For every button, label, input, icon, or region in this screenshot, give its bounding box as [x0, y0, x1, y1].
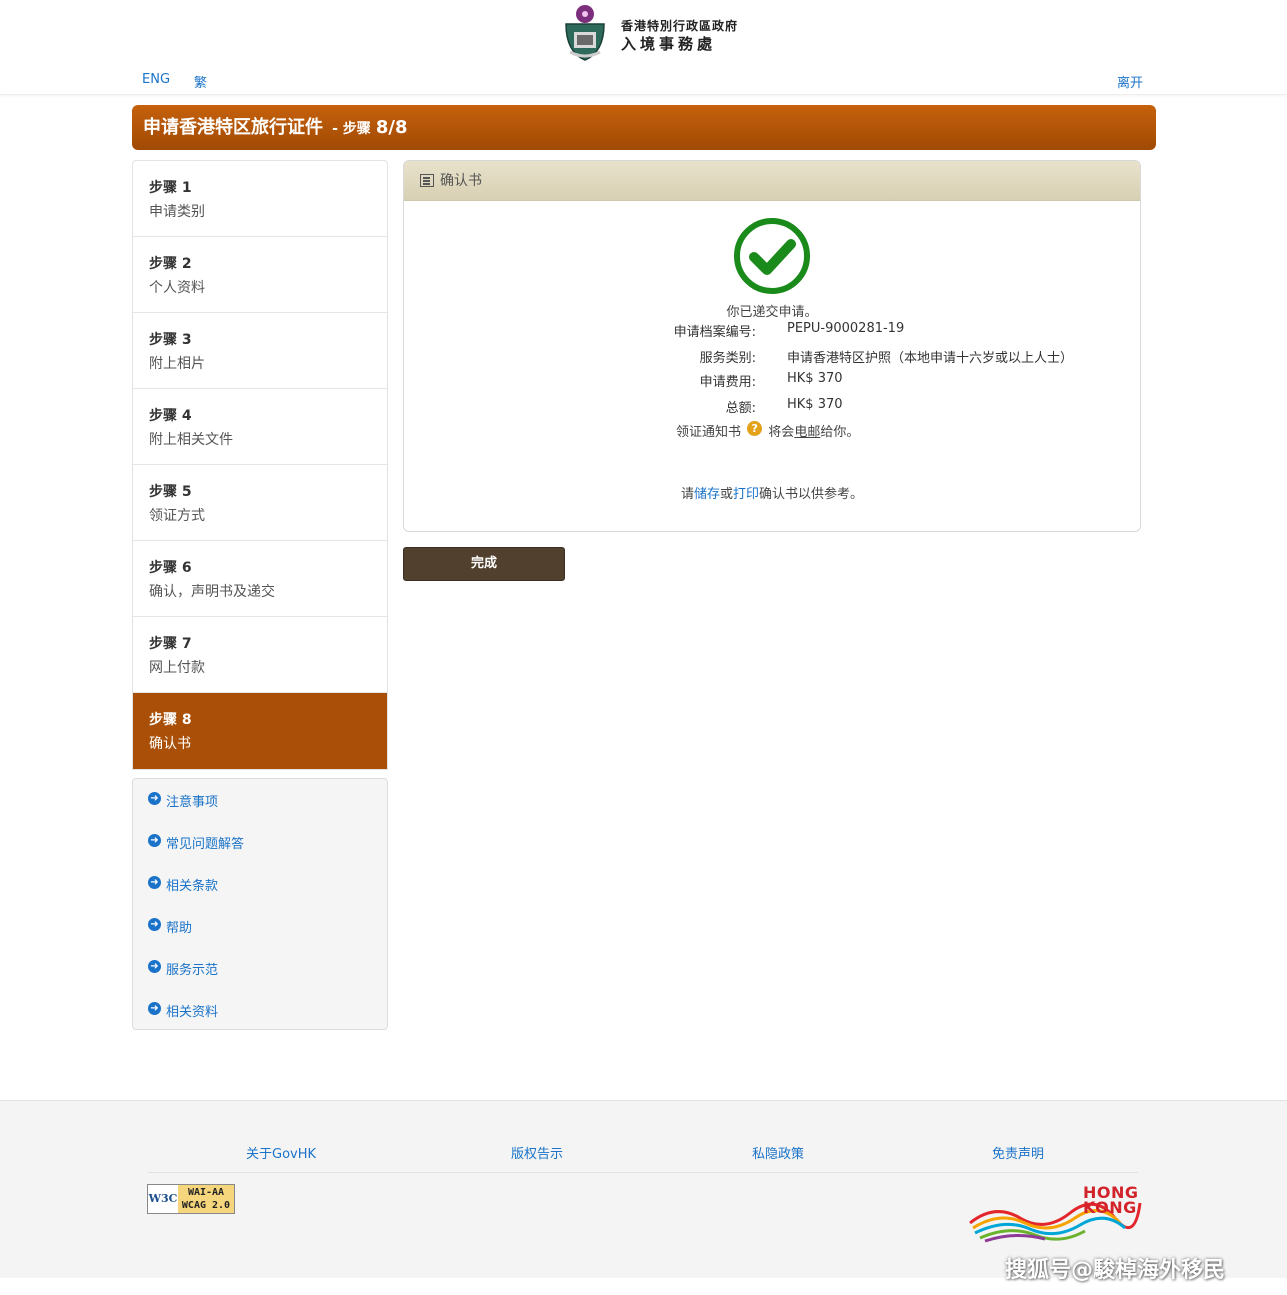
immigration-logo: 香港特別行政區政府 入境事務處 [560, 2, 740, 62]
step-label: 附上相片 [149, 356, 205, 372]
detail-value: 申请香港特区护照（本地申请十六岁或以上人士） [787, 351, 1074, 366]
arrow-right-circle-icon: ➜ [148, 834, 161, 847]
document-icon [420, 174, 434, 187]
hk-logo-text: HONG KONG [1083, 1185, 1139, 1217]
info-link-label: 相关条款 [166, 879, 219, 894]
save-text: 请 [680, 487, 694, 502]
notice-text: 将会 [768, 425, 795, 440]
help-icon[interactable]: ? [747, 421, 763, 436]
done-button[interactable]: 完成 [403, 547, 565, 581]
step-number: 步骤 1 [149, 180, 192, 196]
arrow-right-circle-icon: ➜ [148, 792, 161, 805]
steps-sidebar: 步骤 1 申请类别 步骤 2 个人资料 步骤 3 附上相片 步骤 4 附上相关文… [132, 160, 388, 770]
watermark-text: 搜狐号@駿棹海外移民 [1005, 1258, 1226, 1283]
step-item-8-active: 步骤 8 确认书 [133, 693, 387, 769]
arrow-right-circle-icon: ➜ [148, 960, 161, 973]
save-link[interactable]: 储存 [694, 487, 720, 502]
detail-label: 申请费用: [699, 375, 756, 390]
save-text: 或 [719, 487, 733, 502]
dept-name-line2: 入境事務處 [621, 35, 717, 53]
info-link-notes[interactable]: ➜ 注意事项 [133, 791, 387, 833]
step-label: 领证方式 [149, 508, 205, 524]
step-number: 步骤 3 [149, 332, 192, 348]
w3c-wcag-badge[interactable]: W3C WAI-AA WCAG 2.0 [147, 1184, 235, 1214]
step-number: 步骤 5 [149, 484, 192, 500]
info-link-related[interactable]: ➜ 相关资料 [133, 1001, 387, 1043]
emblem-icon [565, 5, 605, 61]
arrow-right-circle-icon: ➜ [148, 918, 161, 931]
hk-logo-line2: KONG [1083, 1198, 1137, 1217]
step-label: 附上相关文件 [149, 432, 233, 448]
success-check-icon [734, 218, 810, 294]
page-title: 申请香港特区旅行证件 [143, 117, 323, 138]
detail-label: 服务类别: [699, 351, 756, 366]
lang-traditional-link[interactable]: 繁 [194, 72, 207, 91]
wcag-level: WAI-AA [187, 1187, 225, 1198]
confirmation-panel: 确认书 你已递交申请。 申请档案编号: PEPU-9000281-19 服务类别… [403, 160, 1141, 532]
detail-value: PEPU-9000281-19 [787, 321, 905, 336]
w3c-logo-text: W3C [148, 1192, 178, 1205]
lang-english-link[interactable]: ENG [142, 72, 170, 87]
step-number: 步骤 2 [149, 256, 192, 272]
arrow-right-circle-icon: ➜ [148, 1002, 161, 1015]
top-header: 香港特別行政區政府 入境事務處 ENG 繁 离开 [0, 0, 1287, 95]
step-item-6: 步骤 6 确认，声明书及递交 [133, 541, 387, 617]
notice-message: 领证通知书 ? 将会电邮给你。 [676, 421, 859, 440]
success-message: 你已递交申请。 [726, 305, 818, 320]
step-item-2: 步骤 2 个人资料 [133, 237, 387, 313]
dept-name-line1: 香港特別行政區政府 [621, 19, 739, 33]
save-print-message: 请储存或打印确认书以供参考。 [404, 483, 1140, 502]
step-item-1: 步骤 1 申请类别 [133, 161, 387, 237]
footer-link-about[interactable]: 关于GovHK [246, 1143, 316, 1162]
info-link-label: 帮助 [166, 921, 193, 936]
step-item-5: 步骤 5 领证方式 [133, 465, 387, 541]
step-number: 步骤 8 [149, 712, 192, 728]
step-number: 步骤 4 [149, 408, 192, 424]
info-link-label: 服务示范 [166, 963, 219, 978]
info-link-label: 注意事项 [166, 795, 219, 810]
save-text: 确认书以供参考。 [759, 487, 864, 502]
info-link-demo[interactable]: ➜ 服务示范 [133, 959, 387, 1001]
step-label: 网上付款 [149, 660, 205, 676]
page-title-bar: 申请香港特区旅行证件 - 步骤 8/8 [132, 105, 1156, 150]
detail-label: 总额: [725, 401, 756, 416]
title-step-prefix: - 步骤 [332, 121, 371, 137]
footer-links: 关于GovHK 版权告示 私隐政策 免责声明 [148, 1143, 1138, 1173]
notice-text: 给你。 [820, 425, 860, 440]
info-link-faq[interactable]: ➜ 常见问题解答 [133, 833, 387, 875]
footer-link-disclaimer[interactable]: 免责声明 [992, 1143, 1044, 1162]
step-item-7: 步骤 7 网上付款 [133, 617, 387, 693]
step-item-3: 步骤 3 附上相片 [133, 313, 387, 389]
info-link-label: 相关资料 [166, 1005, 219, 1020]
detail-label: 申请档案编号: [673, 325, 756, 340]
panel-header: 确认书 [404, 161, 1140, 201]
arrow-right-circle-icon: ➜ [148, 876, 161, 889]
info-link-label: 常见问题解答 [166, 837, 245, 852]
brand-hong-kong-logo: HONG KONG [965, 1183, 1145, 1245]
step-item-4: 步骤 4 附上相关文件 [133, 389, 387, 465]
step-label: 申请类别 [149, 204, 205, 220]
footer-link-privacy[interactable]: 私隐政策 [752, 1143, 804, 1162]
step-label: 确认书 [149, 736, 191, 752]
info-link-terms[interactable]: ➜ 相关条款 [133, 875, 387, 917]
notice-text: 领证通知书 [676, 425, 742, 440]
wcag-badge-text: WAI-AA WCAG 2.0 [178, 1185, 234, 1213]
footer-link-copyright[interactable]: 版权告示 [511, 1143, 563, 1162]
title-step-count: 8/8 [375, 117, 408, 138]
notice-email: 电邮 [794, 425, 821, 440]
step-number: 步骤 6 [149, 560, 192, 576]
print-link[interactable]: 打印 [733, 487, 759, 502]
info-link-help[interactable]: ➜ 帮助 [133, 917, 387, 959]
step-label: 个人资料 [149, 280, 205, 296]
step-number: 步骤 7 [149, 636, 192, 652]
detail-value: HK$ 370 [787, 397, 843, 412]
wcag-version: WCAG 2.0 [181, 1200, 231, 1211]
exit-link[interactable]: 离开 [1117, 72, 1143, 91]
info-links-box: ➜ 注意事项 ➜ 常见问题解答 ➜ 相关条款 ➜ 帮助 ➜ 服务示范 ➜ 相关资料 [132, 778, 388, 1030]
panel-heading: 确认书 [440, 172, 482, 189]
step-label: 确认，声明书及递交 [149, 584, 275, 600]
detail-value: HK$ 370 [787, 371, 843, 386]
